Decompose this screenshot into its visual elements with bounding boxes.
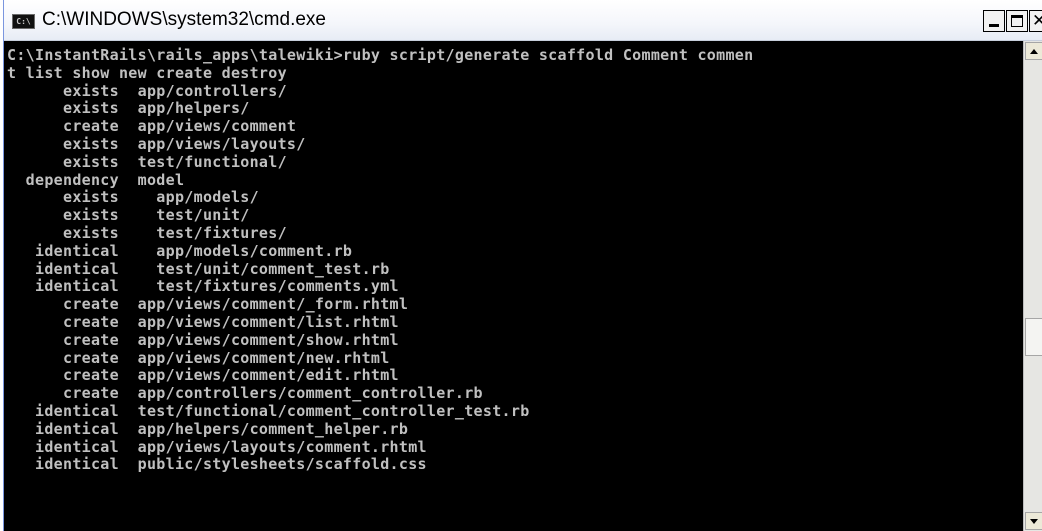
console-line: identical app/views/layouts/comment.rhtm…: [7, 437, 427, 456]
close-button[interactable]: ✕: [1029, 10, 1042, 32]
console-line: identical test/functional/comment_contro…: [7, 401, 530, 420]
console-line: create app/views/comment/edit.rhtml: [7, 366, 399, 385]
console-line: identical app/models/comment.rb: [7, 241, 353, 260]
close-icon: ✕: [1032, 10, 1042, 32]
maximize-button[interactable]: [1006, 10, 1028, 32]
console-line: create app/views/comment/_form.rhtml: [7, 295, 409, 314]
console-line: dependency model: [7, 170, 185, 189]
scroll-up-arrow-icon[interactable]: [1025, 42, 1042, 60]
console-line: create app/views/comment: [7, 117, 297, 136]
console-line: exists app/controllers/: [7, 81, 287, 100]
console-line: create app/views/comment/list.rhtml: [7, 312, 399, 331]
console-output[interactable]: C:\InstantRails\rails_apps\talewiki>ruby…: [4, 41, 1023, 531]
console-text: C:\InstantRails\rails_apps\talewiki>ruby…: [4, 41, 1023, 474]
console-line: exists test/functional/: [7, 152, 287, 171]
title-bar[interactable]: C:\ C:\WINDOWS\system32\cmd.exe ✕: [4, 0, 1042, 41]
console-line: identical test/unit/comment_test.rb: [7, 259, 390, 278]
minimize-button[interactable]: [983, 10, 1005, 32]
console-line: exists app/models/: [7, 188, 259, 207]
console-line: identical public/stylesheets/scaffold.cs…: [7, 455, 427, 474]
minimize-icon: [989, 24, 999, 27]
console-line: exists test/unit/: [7, 206, 250, 225]
cmd-window: C:\ C:\WINDOWS\system32\cmd.exe ✕ C:\Ins…: [3, 0, 1042, 531]
console-line: C:\InstantRails\rails_apps\talewiki>ruby…: [7, 46, 754, 64]
scroll-thumb[interactable]: [1025, 318, 1042, 356]
console-line: exists app/helpers/: [7, 99, 250, 118]
console-line: exists test/fixtures/: [7, 223, 287, 242]
console-line: create app/controllers/comment_controlle…: [7, 384, 483, 403]
console-line: create app/views/comment/show.rhtml: [7, 330, 399, 349]
console-line: create app/views/comment/new.rhtml: [7, 348, 390, 367]
maximize-icon: [1011, 15, 1023, 27]
console-line: identical app/helpers/comment_helper.rb: [7, 419, 409, 438]
scroll-down-arrow-icon[interactable]: [1025, 512, 1042, 530]
window-title: C:\WINDOWS\system32\cmd.exe: [42, 9, 326, 30]
vertical-scrollbar[interactable]: [1023, 41, 1042, 531]
console-line: t list show new create destroy: [7, 63, 287, 82]
cmd-app-icon[interactable]: C:\: [12, 14, 35, 29]
console-line: identical test/fixtures/comments.yml: [7, 277, 399, 296]
console-line: exists app/views/layouts/: [7, 134, 306, 153]
